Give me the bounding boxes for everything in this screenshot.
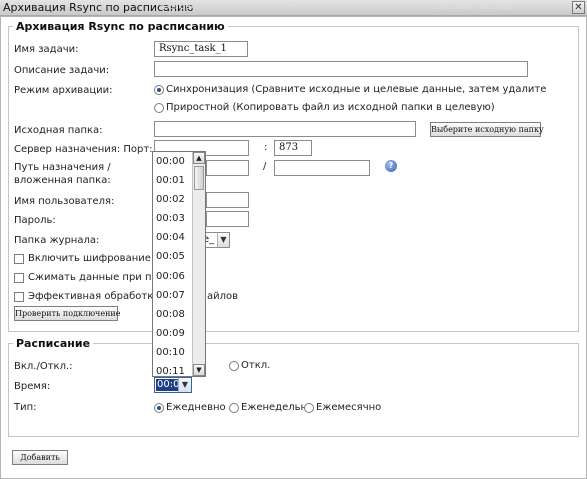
add-button[interactable]: Добавить bbox=[12, 450, 68, 465]
time-option[interactable]: 00:00 bbox=[153, 152, 193, 171]
daily-label: Ежедневно bbox=[166, 402, 226, 413]
port-input[interactable]: 873 bbox=[274, 140, 312, 156]
sparse-files-checkbox[interactable] bbox=[14, 292, 24, 302]
schedule-off-radio[interactable] bbox=[229, 361, 239, 371]
username-label: Имя пользователя: bbox=[14, 196, 115, 207]
chevron-down-icon: ▼ bbox=[178, 378, 191, 392]
scroll-up-icon[interactable]: ▲ bbox=[193, 152, 205, 164]
test-connection-button[interactable]: Проверить подключение bbox=[14, 306, 120, 321]
weekly-label: Еженедельно bbox=[241, 402, 314, 413]
dropdown-scrollbar[interactable]: ▲ ▼ bbox=[192, 152, 205, 376]
time-option[interactable]: 00:07 bbox=[153, 286, 193, 305]
mode-sync-radio[interactable] bbox=[154, 85, 164, 95]
schedule-section: Расписание bbox=[8, 337, 579, 437]
time-dropdown-list[interactable]: 00:00 00:01 00:02 00:03 00:04 00:05 00:06 00:07… bbox=[152, 151, 206, 377]
backup-mode-label: Режим архивации: bbox=[14, 85, 113, 96]
schedule-off-label: Откл. bbox=[241, 360, 271, 371]
ghost-header-links: Справка Выход bbox=[432, 1, 513, 12]
time-option[interactable]: 00:09 bbox=[153, 324, 193, 343]
title-bar: Архивация Rsync по расписанию Сетевое ко… bbox=[0, 0, 587, 16]
time-option[interactable]: 00:04 bbox=[153, 228, 193, 247]
scroll-thumb[interactable] bbox=[194, 166, 204, 190]
ghost-breadcrumb: Сетевое копирование > Rsync bbox=[160, 1, 320, 12]
scroll-down-icon[interactable]: ▼ bbox=[193, 364, 205, 376]
time-select[interactable]: 00:00 ▼ bbox=[154, 377, 192, 393]
time-option[interactable]: 00:11 bbox=[153, 362, 193, 376]
mode-incremental-radio[interactable] bbox=[154, 103, 164, 113]
port-separator: : bbox=[264, 142, 268, 153]
dest-subfolder-input[interactable] bbox=[274, 160, 370, 176]
mode-incremental-label: Приростной (Копировать файл из исходной … bbox=[166, 102, 495, 113]
dest-path-input[interactable] bbox=[206, 160, 249, 176]
task-name-input[interactable]: Rsync_task_1 bbox=[154, 41, 248, 57]
time-option[interactable]: 00:01 bbox=[153, 171, 193, 190]
time-option[interactable]: 00:05 bbox=[153, 247, 193, 266]
monthly-radio[interactable] bbox=[304, 403, 314, 413]
source-folder-label: Исходная папка: bbox=[14, 125, 103, 136]
encryption-label: Включить шифрование bbox=[28, 253, 151, 264]
daily-radio[interactable] bbox=[154, 403, 164, 413]
time-option[interactable]: 00:08 bbox=[153, 305, 193, 324]
sparse-files-label-tail: айлов bbox=[207, 291, 239, 302]
section-title: Архивация Rsync по расписанию bbox=[16, 20, 225, 33]
username-input[interactable] bbox=[206, 192, 249, 208]
log-folder-label: Папка журнала: bbox=[14, 235, 100, 246]
time-option[interactable]: 00:03 bbox=[153, 209, 193, 228]
time-option[interactable]: 00:10 bbox=[153, 343, 193, 362]
time-label: Время: bbox=[14, 381, 51, 392]
time-options: 00:00 00:01 00:02 00:03 00:04 00:05 00:06 00:07… bbox=[153, 152, 193, 376]
choose-source-button[interactable]: Выберите исходную папку bbox=[430, 122, 544, 137]
dest-path-separator: / bbox=[263, 161, 267, 172]
password-label: Пароль: bbox=[14, 215, 56, 226]
compress-checkbox[interactable] bbox=[14, 273, 24, 283]
schedule-title: Расписание bbox=[16, 337, 91, 350]
task-description-input[interactable] bbox=[154, 61, 528, 77]
dest-server-label: Сервер назначения: Порт: bbox=[14, 144, 153, 155]
task-name-label: Имя задачи: bbox=[14, 44, 79, 55]
encryption-checkbox[interactable] bbox=[14, 254, 24, 264]
task-description-label: Описание задачи: bbox=[14, 65, 110, 76]
weekly-radio[interactable] bbox=[229, 403, 239, 413]
mode-sync-label: Синхронизация (Сравните исходные и целев… bbox=[166, 84, 547, 95]
monthly-label: Ежемесячно bbox=[316, 402, 382, 413]
time-option[interactable]: 00:06 bbox=[153, 267, 193, 286]
dest-path-label: Путь назначения / вложенная папка: bbox=[14, 162, 111, 186]
type-label: Тип: bbox=[14, 402, 37, 413]
help-icon[interactable]: ? bbox=[385, 160, 397, 172]
time-option[interactable]: 00:02 bbox=[153, 190, 193, 209]
chevron-down-icon: ▼ bbox=[217, 233, 229, 247]
onoff-label: Вкл./Откл.: bbox=[14, 361, 73, 372]
source-folder-input[interactable] bbox=[154, 121, 416, 137]
close-icon[interactable]: ✕ bbox=[572, 1, 585, 14]
password-input[interactable] bbox=[206, 211, 249, 227]
